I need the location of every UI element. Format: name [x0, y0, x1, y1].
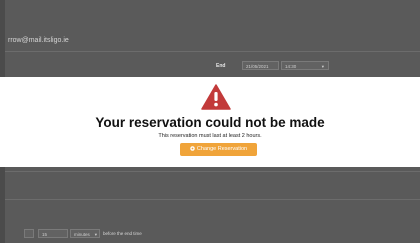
- gear-icon: [190, 145, 195, 151]
- end-date-field[interactable]: 21/05/2021: [242, 61, 279, 70]
- divider: [5, 171, 420, 172]
- dialog-message: This reservation must last at least 2 ho…: [158, 133, 262, 139]
- reminder-unit-select[interactable]: minutes ▾: [70, 229, 100, 238]
- reminder-unit-value: minutes: [74, 232, 90, 237]
- reminder-checkbox[interactable]: [24, 229, 34, 238]
- end-time-value: 14:30: [285, 64, 297, 69]
- chevron-down-icon: ▾: [94, 232, 97, 237]
- end-time-select[interactable]: 14:30 ▾: [281, 61, 329, 70]
- change-reservation-button[interactable]: Change Reservation: [180, 143, 257, 156]
- warning-triangle-icon: [201, 84, 231, 110]
- reminder-value-field[interactable]: 15: [38, 229, 68, 238]
- user-email: rrow@mail.itsligo.ie: [8, 37, 69, 44]
- reminder-hint: before the end time: [103, 231, 142, 236]
- divider: [5, 199, 420, 200]
- divider: [5, 51, 420, 52]
- dialog-title: Your reservation could not be made: [95, 115, 325, 130]
- chevron-down-icon: ▾: [321, 64, 324, 69]
- change-reservation-label: Change Reservation: [196, 146, 248, 152]
- error-dialog: Your reservation could not be made This …: [0, 77, 420, 167]
- end-label: End: [216, 63, 226, 69]
